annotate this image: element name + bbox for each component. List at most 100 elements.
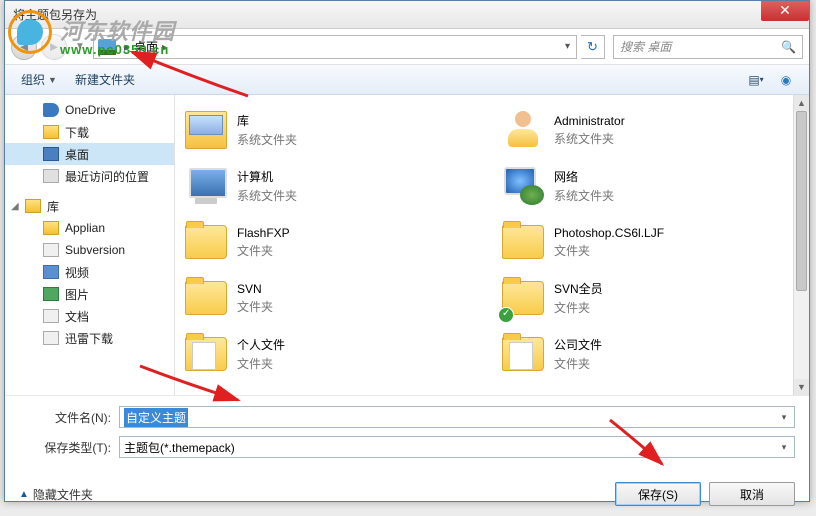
- sidebar-item-icon: [43, 147, 59, 161]
- window-title: 将主题包另存为: [13, 6, 97, 23]
- help-button[interactable]: ◉: [773, 69, 799, 91]
- new-folder-label: 新建文件夹: [75, 71, 135, 88]
- file-type: 系统文件夹: [554, 130, 625, 147]
- navigation-row: ◄ ► ▼ ▸ 桌面 ▸ ▾ ↻ 搜索 桌面 🔍: [5, 29, 809, 65]
- file-item[interactable]: 库系统文件夹: [179, 103, 488, 157]
- library-icon: [25, 199, 41, 213]
- save-button[interactable]: 保存(S): [615, 482, 701, 506]
- sidebar-item-icon: [43, 287, 59, 301]
- filetype-select[interactable]: 主题包(*.themepack) ▾: [119, 436, 795, 458]
- sidebar-item-label: 库: [47, 198, 59, 215]
- sidebar-item[interactable]: 迅雷下载: [5, 327, 174, 349]
- search-icon: 🔍: [781, 40, 796, 54]
- sidebar-item-label: Subversion: [65, 243, 125, 257]
- file-name: FlashFXP: [237, 226, 290, 240]
- desktop-icon: [98, 39, 116, 55]
- sidebar-item-label: 桌面: [65, 146, 89, 163]
- sidebar-item-icon: [43, 265, 59, 279]
- close-button[interactable]: ✕: [761, 1, 809, 21]
- sidebar: OneDrive 下载桌面最近访问的位置 ◢ 库 Applian Subversio…: [5, 95, 175, 395]
- new-folder-button[interactable]: 新建文件夹: [69, 68, 141, 91]
- sidebar-item-icon: [43, 125, 59, 139]
- breadcrumb[interactable]: ▸ 桌面 ▸ ▾: [93, 35, 577, 59]
- sidebar-item[interactable]: 图片: [5, 283, 174, 305]
- filename-input[interactable]: 自定义主题 ▾: [119, 406, 795, 428]
- scroll-thumb[interactable]: [796, 111, 807, 291]
- sidebar-item-icon: [43, 169, 59, 183]
- file-icon: [183, 219, 229, 265]
- file-item[interactable]: 网络系统文件夹: [496, 159, 805, 213]
- nav-history-button[interactable]: ▼: [71, 34, 89, 60]
- file-item[interactable]: 计算机系统文件夹: [179, 159, 488, 213]
- file-type: 系统文件夹: [237, 131, 297, 148]
- nav-back-button[interactable]: ◄: [11, 34, 37, 60]
- sidebar-item[interactable]: 下载: [5, 121, 174, 143]
- file-item[interactable]: 个人文件文件夹: [179, 327, 488, 381]
- sidebar-item-label: 最近访问的位置: [65, 168, 149, 185]
- organize-menu[interactable]: 组织 ▼: [15, 68, 63, 91]
- chevron-down-icon[interactable]: ▾: [559, 41, 576, 52]
- chevron-up-icon: ▲: [19, 489, 29, 500]
- file-type: 系统文件夹: [237, 187, 297, 204]
- search-input[interactable]: 搜索 桌面 🔍: [613, 35, 803, 59]
- filename-label: 文件名(N):: [19, 409, 119, 426]
- refresh-button[interactable]: ↻: [581, 35, 605, 59]
- check-badge-icon: [498, 307, 514, 323]
- file-icon: [500, 331, 546, 377]
- file-icon: [500, 107, 546, 153]
- file-name: 计算机: [237, 168, 297, 185]
- sidebar-item-label: OneDrive: [65, 103, 116, 117]
- file-type: 文件夹: [237, 298, 273, 315]
- file-icon: [183, 331, 229, 377]
- collapse-icon[interactable]: ◢: [11, 201, 23, 212]
- sidebar-libraries-header[interactable]: ◢ 库: [5, 195, 174, 217]
- scroll-up-button[interactable]: ▲: [794, 95, 809, 111]
- chevron-down-icon[interactable]: ▾: [776, 409, 792, 425]
- sidebar-item-label: 图片: [65, 286, 89, 303]
- file-type: 文件夹: [237, 355, 285, 372]
- sidebar-item[interactable]: Applian: [5, 217, 174, 239]
- file-item[interactable]: 公司文件文件夹: [496, 327, 805, 381]
- chevron-right-icon[interactable]: ▸: [158, 40, 172, 54]
- sidebar-item[interactable]: 文档: [5, 305, 174, 327]
- sidebar-item-icon: [43, 103, 59, 117]
- nav-forward-button[interactable]: ►: [41, 34, 67, 60]
- file-type: 文件夹: [554, 242, 664, 259]
- filetype-value: 主题包(*.themepack): [124, 439, 235, 456]
- file-name: 个人文件: [237, 336, 285, 353]
- sidebar-item-icon: [43, 221, 59, 235]
- scrollbar[interactable]: ▲ ▼: [793, 95, 809, 395]
- view-mode-button[interactable]: ▤ ▾: [743, 69, 769, 91]
- sidebar-item-label: 下载: [65, 124, 89, 141]
- file-item[interactable]: SVN全员文件夹: [496, 271, 805, 325]
- sidebar-item[interactable]: OneDrive: [5, 99, 174, 121]
- file-name: 公司文件: [554, 336, 602, 353]
- chevron-down-icon[interactable]: ▾: [776, 439, 792, 455]
- sidebar-item[interactable]: 桌面: [5, 143, 174, 165]
- sidebar-item-label: 视频: [65, 264, 89, 281]
- file-icon: [183, 275, 229, 321]
- scroll-down-button[interactable]: ▼: [794, 379, 809, 395]
- sidebar-item[interactable]: Subversion: [5, 239, 174, 261]
- file-type: 文件夹: [554, 355, 602, 372]
- file-icon: [183, 163, 229, 209]
- chevron-right-icon[interactable]: ▸: [120, 40, 134, 54]
- filename-value: 自定义主题: [124, 408, 188, 427]
- sidebar-item-icon: [43, 331, 59, 345]
- file-name: 网络: [554, 168, 614, 185]
- breadcrumb-item[interactable]: 桌面: [134, 38, 158, 55]
- file-item[interactable]: Administrator系统文件夹: [496, 103, 805, 157]
- file-item[interactable]: Photoshop.CS6l.LJF 文件夹: [496, 215, 805, 269]
- hide-folders-toggle[interactable]: ▲ 隐藏文件夹: [19, 486, 93, 503]
- file-name: Photoshop.CS6l.LJF: [554, 226, 664, 240]
- file-item[interactable]: FlashFXP文件夹: [179, 215, 488, 269]
- file-name: SVN: [237, 282, 273, 296]
- sidebar-item[interactable]: 最近访问的位置: [5, 165, 174, 187]
- file-item[interactable]: SVN 文件夹: [179, 271, 488, 325]
- file-area: 库系统文件夹Administrator系统文件夹计算机系统文件夹网络系统文件夹F…: [175, 95, 809, 395]
- cancel-button[interactable]: 取消: [709, 482, 795, 506]
- sidebar-item-icon: [43, 309, 59, 323]
- organize-label: 组织: [21, 71, 45, 88]
- sidebar-item-label: Applian: [65, 221, 105, 235]
- sidebar-item[interactable]: 视频: [5, 261, 174, 283]
